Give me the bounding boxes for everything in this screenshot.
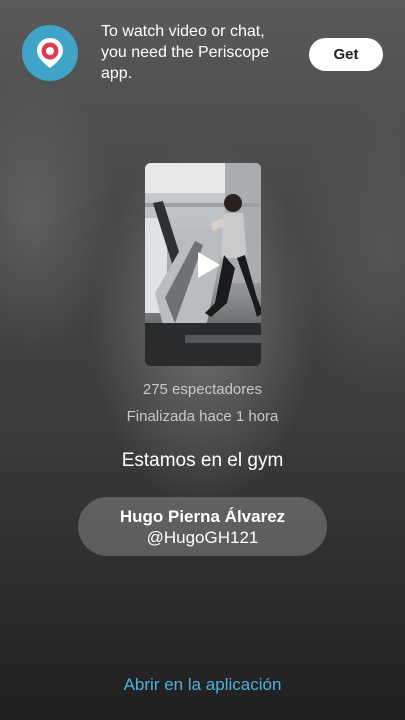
user-handle: @HugoGH121 [146,528,259,547]
app-install-banner: To watch video or chat, you need the Per… [0,0,405,110]
get-app-button[interactable]: Get [309,38,383,71]
play-icon[interactable] [190,248,224,282]
viewer-count: 275 espectadores [142,381,263,398]
broadcast-title: Estamos en el gym [121,450,284,471]
broadcast-status: Finalizada hace 1 hora [126,408,279,425]
user-display-name: Hugo Pierna Álvarez [119,507,286,526]
open-in-app-link[interactable]: Abrir en la aplicación [0,675,405,695]
user-profile-button[interactable]: Hugo Pierna Álvarez @HugoGH121 [78,497,327,556]
periscope-logo-icon[interactable] [22,25,78,81]
banner-message: To watch video or chat, you need the Per… [101,23,270,82]
